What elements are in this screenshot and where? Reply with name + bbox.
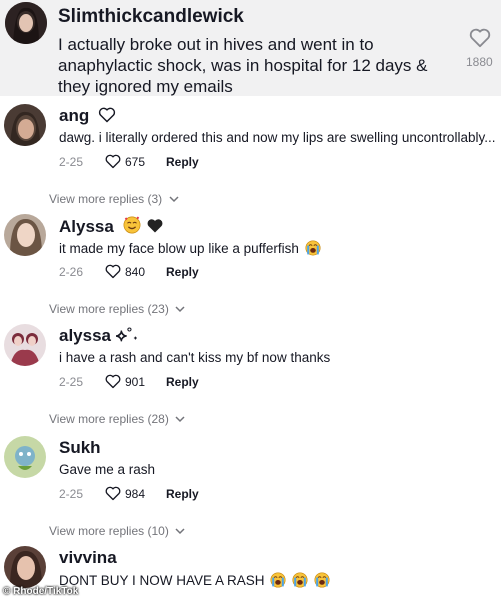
- loudly-crying-face-emoji: [292, 572, 308, 588]
- comment-text-content: it made my face blow up like a pufferfis…: [59, 241, 299, 256]
- view-more-label: View more replies (3): [49, 192, 163, 206]
- comment-text: dawg. i literally ordered this and now m…: [59, 130, 496, 145]
- heart-icon[interactable]: [105, 486, 121, 501]
- like-count: 984: [125, 487, 146, 501]
- chevron-down-icon: [168, 196, 179, 203]
- black-heart-emoji: [147, 219, 163, 233]
- reply-button[interactable]: Reply: [166, 375, 199, 389]
- avatar[interactable]: [5, 2, 47, 44]
- comment-username[interactable]: Alyssa: [59, 216, 164, 237]
- view-more-replies[interactable]: View more replies (10): [49, 524, 185, 538]
- like-count: 1880: [466, 55, 493, 69]
- like-count: 675: [125, 155, 146, 169]
- comment-text: it made my face blow up like a pufferfis…: [59, 240, 321, 256]
- loudly-crying-face-emoji: [314, 572, 330, 588]
- username-text: ang: [59, 106, 90, 125]
- view-more-label: View more replies (28): [49, 412, 169, 426]
- loudly-crying-face-emoji: [305, 240, 321, 256]
- reply-button[interactable]: Reply: [166, 487, 199, 501]
- watermark: © Rhode/TikTok: [3, 586, 79, 597]
- comment-text: I actually broke out in hives and went i…: [58, 35, 428, 96]
- avatar[interactable]: [4, 436, 46, 478]
- chevron-down-icon: [175, 306, 185, 313]
- avatar[interactable]: [4, 324, 46, 366]
- comment-date: 2-25: [59, 375, 84, 389]
- comment-username[interactable]: alyssa ⟡˚˖: [59, 326, 138, 346]
- view-more-replies[interactable]: View more replies (28): [49, 412, 185, 426]
- avatar[interactable]: [4, 104, 46, 146]
- highlighted-comment: Slimthickcandlewick I actually broke out…: [0, 0, 501, 96]
- heart-icon[interactable]: [105, 154, 121, 169]
- like-count: 840: [125, 265, 146, 279]
- view-more-label: View more replies (10): [49, 524, 169, 538]
- heart-icon[interactable]: [105, 374, 121, 389]
- view-more-label: View more replies (23): [49, 302, 169, 316]
- comment-text: Gave me a rash: [59, 462, 156, 477]
- avatar[interactable]: [4, 546, 46, 588]
- comment-username[interactable]: vivvina: [59, 548, 117, 568]
- loudly-crying-face-emoji: [270, 572, 286, 588]
- avatar[interactable]: [4, 214, 46, 256]
- comment-text-content: DONT BUY I NOW HAVE A RASH: [59, 573, 265, 588]
- heart-icon: [98, 107, 116, 123]
- comment-text: i have a rash and can't kiss my bf now t…: [59, 350, 331, 365]
- reply-button[interactable]: Reply: [166, 265, 199, 279]
- chevron-down-icon: [175, 528, 185, 535]
- username-text: Alyssa: [59, 217, 114, 236]
- like-count: 901: [125, 375, 146, 389]
- comment-username[interactable]: Sukh: [59, 438, 101, 458]
- comment-date: 2-25: [59, 487, 84, 501]
- reply-button[interactable]: Reply: [166, 155, 199, 169]
- view-more-replies[interactable]: View more replies (23): [49, 302, 185, 316]
- view-more-replies[interactable]: View more replies (3): [49, 192, 179, 206]
- heart-icon[interactable]: [469, 28, 491, 48]
- comment-date: 2-25: [59, 155, 84, 169]
- comment-text: DONT BUY I NOW HAVE A RASH: [59, 572, 330, 588]
- comment-username[interactable]: ang: [59, 106, 116, 126]
- comment-username[interactable]: Slimthickcandlewick: [58, 6, 244, 28]
- chevron-down-icon: [175, 416, 185, 423]
- comment-date: 2-26: [59, 265, 84, 279]
- heart-icon[interactable]: [105, 264, 121, 279]
- smiling-face-with-hearts-emoji: [123, 216, 141, 234]
